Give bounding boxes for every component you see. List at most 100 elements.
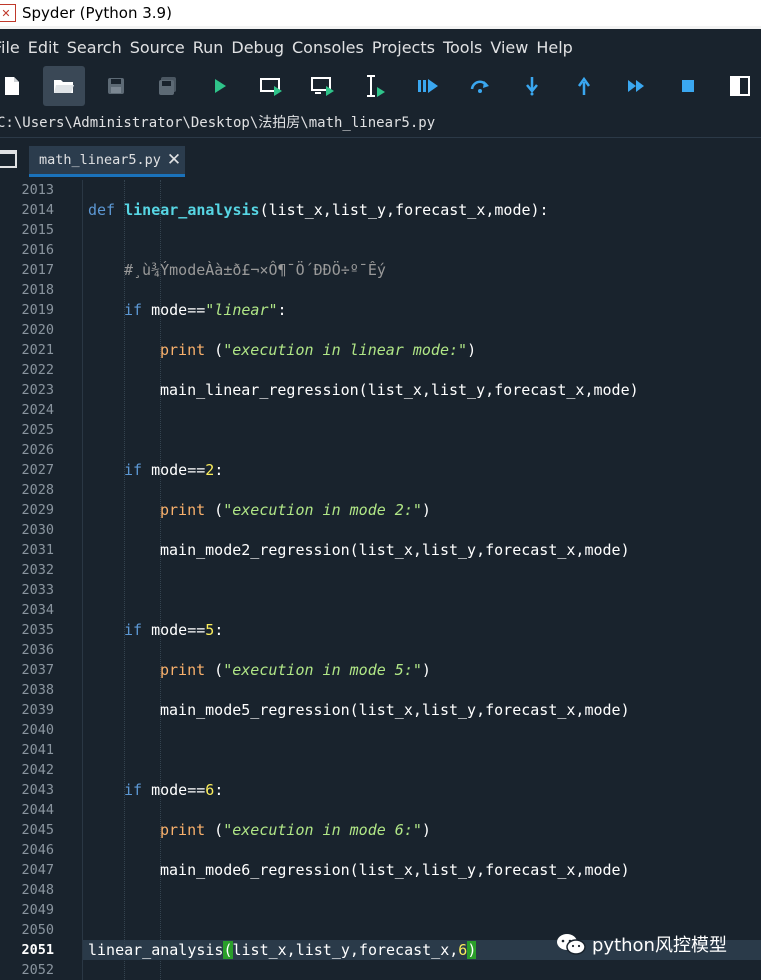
step-return-icon[interactable] (563, 66, 605, 106)
comment: #¸ù¾ÝmodeÀà±ð£¬×Ô¶¯Ö´ÐÐÖ÷º¯Êý (124, 261, 386, 279)
title-bar: ✕ Spyder (Python 3.9) (0, 0, 761, 26)
function-name: linear_analysis (124, 201, 260, 219)
browse-tabs-icon[interactable] (0, 150, 17, 168)
run-icon[interactable] (199, 66, 241, 106)
line-number: 2042 (21, 762, 54, 778)
code-line: if mode==6: (124, 780, 223, 800)
builtin: print (160, 501, 206, 519)
code-text: linear_analysis (88, 941, 224, 959)
file-path: C:\Users\Administrator\Desktop\法拍房\math_… (0, 115, 436, 131)
line-number: 2041 (21, 742, 54, 758)
run-selection-icon[interactable] (355, 66, 397, 106)
code-line: def linear_analysis(list_x,list_y,foreca… (88, 200, 549, 220)
editor-tab-bar: math_linear5.py ✕ (0, 137, 761, 180)
run-cell-advance-icon[interactable] (303, 66, 345, 106)
maximize-pane-icon[interactable] (719, 66, 761, 106)
line-number: 2034 (21, 602, 54, 618)
line-number: 2030 (21, 522, 54, 538)
line-number: 2017 (21, 262, 54, 278)
line-number: 2031 (21, 542, 54, 558)
save-icon[interactable] (95, 66, 137, 106)
watermark: python风控模型 (556, 929, 727, 959)
menu-search[interactable]: Search (67, 38, 122, 57)
code-text: ( (205, 341, 224, 359)
menu-run[interactable]: Run (193, 38, 224, 57)
code-line: if mode=="linear": (124, 300, 287, 320)
line-number-current: 2051 (21, 942, 54, 958)
tab-label: math_linear5.py (39, 152, 161, 168)
code-text: list_x,list_y,forecast_x, (232, 941, 459, 959)
builtin: print (160, 661, 206, 679)
line-number: 2014 (21, 202, 54, 218)
number: 6 (205, 781, 215, 799)
code-line-current: linear_analysis(list_x,list_y,forecast_x… (88, 940, 477, 960)
stop-icon[interactable] (667, 66, 709, 106)
code-line: main_mode6_regression(list_x,list_y,fore… (160, 861, 630, 879)
line-number: 2033 (21, 582, 54, 598)
menu-consoles[interactable]: Consoles (292, 38, 364, 57)
line-number: 2029 (21, 502, 54, 518)
code-editor[interactable]: 2013 2014 2015 2016 2017 2018 2019 2020 … (0, 180, 761, 980)
number: 5 (205, 621, 215, 639)
line-number: 2048 (21, 882, 54, 898)
code-line: if mode==5: (124, 620, 223, 640)
line-number: 2016 (21, 242, 54, 258)
menu-bar: File Edit Search Source Run Debug Consol… (0, 29, 761, 65)
menu-debug[interactable]: Debug (231, 38, 284, 57)
menu-tools[interactable]: Tools (443, 38, 482, 57)
line-number: 2020 (21, 322, 54, 338)
keyword: if (124, 301, 143, 319)
menu-projects[interactable]: Projects (372, 38, 435, 57)
line-number: 2025 (21, 422, 54, 438)
code-text: : (214, 621, 224, 639)
builtin: print (160, 341, 206, 359)
code-text: : (277, 301, 287, 319)
string: "linear" (205, 301, 278, 319)
step-into-icon[interactable] (511, 66, 553, 106)
wechat-icon (556, 932, 586, 956)
menu-edit[interactable]: Edit (28, 38, 59, 57)
menu-help[interactable]: Help (536, 38, 572, 57)
string: "execution in mode 2:" (223, 501, 422, 519)
keyword: if (124, 621, 143, 639)
run-cell-icon[interactable] (251, 66, 293, 106)
open-folder-icon[interactable] (43, 66, 85, 106)
line-number: 2026 (21, 442, 54, 458)
debug-icon[interactable] (407, 66, 449, 106)
keyword: if (124, 781, 143, 799)
line-number: 2043 (21, 782, 54, 798)
step-icon[interactable] (459, 66, 501, 106)
string: "execution in linear mode:" (223, 341, 468, 359)
line-number: 2052 (21, 962, 54, 978)
line-number: 2035 (21, 622, 54, 638)
line-number: 2015 (21, 222, 54, 238)
main-toolbar (0, 65, 761, 107)
code-text: mode== (142, 461, 206, 479)
menu-source[interactable]: Source (130, 38, 185, 57)
menu-file[interactable]: File (0, 38, 20, 57)
code-line: print ("execution in mode 2:") (160, 500, 431, 520)
menu-view[interactable]: View (490, 38, 528, 57)
code-text: : (214, 461, 224, 479)
continue-icon[interactable] (615, 66, 657, 106)
code-text: : (214, 781, 224, 799)
code-text: ) (421, 821, 431, 839)
spyder-logo-icon: ✕ (0, 4, 16, 22)
line-number: 2046 (21, 842, 54, 858)
new-file-icon[interactable] (0, 66, 33, 106)
code-line: print ("execution in mode 5:") (160, 660, 431, 680)
code-line: if mode==2: (124, 460, 223, 480)
save-all-icon[interactable] (147, 66, 189, 106)
keyword: if (124, 461, 143, 479)
code-line: print ("execution in linear mode:") (160, 340, 476, 360)
builtin: print (160, 821, 206, 839)
line-number: 2018 (21, 282, 54, 298)
line-number: 2032 (21, 562, 54, 578)
string: "execution in mode 5:" (223, 661, 422, 679)
matched-paren: ) (467, 941, 477, 959)
line-number: 2019 (21, 302, 54, 318)
code-text: ( (205, 501, 224, 519)
tab-math-linear5[interactable]: math_linear5.py ✕ (29, 146, 185, 177)
close-tab-icon[interactable]: ✕ (167, 150, 181, 170)
code-area[interactable]: def linear_analysis(list_x,list_y,foreca… (88, 180, 761, 980)
